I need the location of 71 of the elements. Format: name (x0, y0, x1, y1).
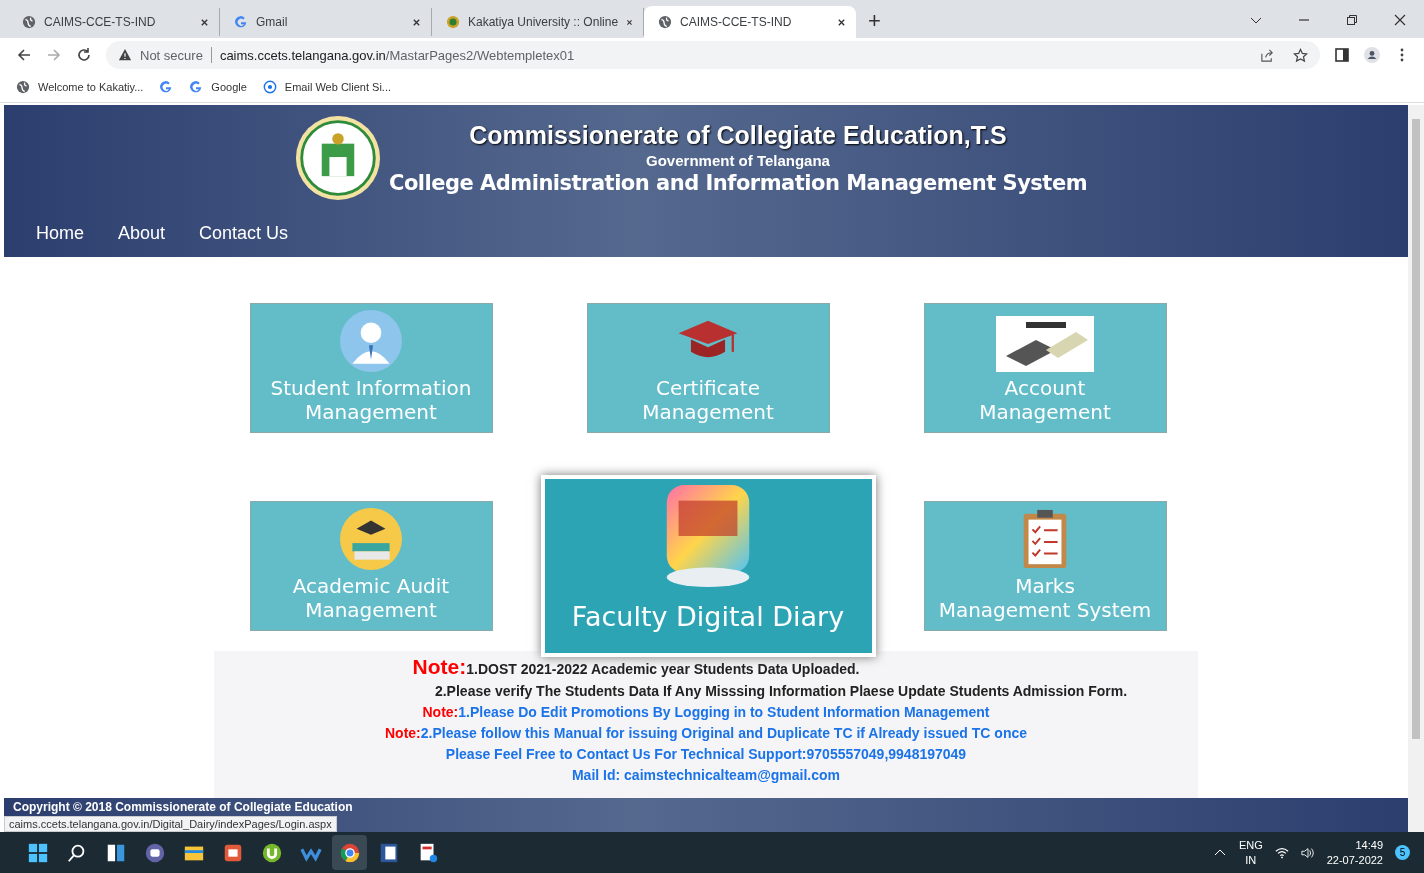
tile-label: Account Management (979, 376, 1111, 424)
browser-tab[interactable]: Gmail (220, 8, 432, 36)
status-url-tooltip: caims.ccets.telangana.gov.in/Digital_Dairy/indexPages/Login.aspx (4, 816, 337, 832)
side-panel-icon[interactable] (1334, 47, 1350, 63)
close-icon[interactable] (837, 17, 846, 27)
tile-label: Academic Audit Management (292, 574, 450, 622)
tab-title: CAIMS-CCE-TS-IND (44, 15, 157, 29)
reload-icon[interactable] (76, 47, 92, 63)
note-link[interactable]: 1.Please Do Edit Promotions By Logging in to Student Information Management (458, 704, 990, 720)
note-text: 2.Please verify The Students Data If Any Misssing Information Plaese Update Students Admission Form. (434, 683, 1128, 699)
share-icon[interactable] (1260, 47, 1275, 63)
copyright-text: Copyright © 2018 Commissionerate of Collegiate Education (13, 800, 353, 814)
nav-link[interactable]: Home (36, 223, 84, 244)
globe-icon (22, 15, 36, 29)
note-link[interactable]: Mail Id: caimstechnicalteam@gmail.com (571, 767, 841, 783)
nav-link[interactable]: About (118, 223, 166, 244)
windows-logo-icon (26, 841, 49, 864)
tab-title: CAIMS-CCE-TS-IND (680, 15, 793, 29)
tile-label: Marks Management System (938, 574, 1152, 622)
globe-icon (658, 15, 672, 29)
note-label: Note: (422, 704, 459, 720)
wifi-icon[interactable] (1274, 846, 1289, 859)
bookmark[interactable]: Welcome to Kakatiy... (16, 80, 144, 94)
browser-tab[interactable]: CAIMS-CCE-TS-IND (644, 6, 856, 38)
at-sign-icon (262, 80, 277, 94)
security-label: Not secure (140, 47, 203, 63)
language-indicator[interactable]: ENG IN (1238, 837, 1263, 868)
close-icon[interactable] (626, 17, 633, 27)
close-icon[interactable] (1394, 14, 1406, 26)
user-icon (340, 310, 402, 372)
note-label: Note: (384, 725, 421, 741)
close-icon[interactable] (412, 17, 421, 27)
close-icon[interactable] (200, 17, 209, 27)
back-arrow-icon[interactable] (16, 47, 32, 63)
bookmark[interactable]: Google (189, 80, 247, 94)
bookmark[interactable]: Email Web Client Si... (262, 80, 391, 94)
system-name: College Administration and Information Management System (388, 171, 1088, 195)
url-text: caims.ccets.telangana.gov.in/MastarPages2/Webtempletex01 (219, 47, 575, 63)
site-subtitle: Government of Telangana (646, 152, 830, 169)
torrent-icon (260, 841, 283, 864)
google-icon[interactable] (159, 80, 174, 94)
note-text: 1.DOST 2021-2022 Academic year Students Data Uploaded. (466, 661, 860, 677)
emblem-icon (446, 15, 460, 29)
site-title: Commissionerate of Collegiate Education,T.S (469, 121, 1007, 150)
browser-icon (338, 841, 361, 864)
government-seal-icon (294, 113, 381, 203)
note-link[interactable]: 2.Please follow this Manual for issuing Original and Duplicate TC if Already issued TC once (420, 725, 1027, 741)
tab-title: Gmail (256, 15, 289, 29)
note-label: Note: (412, 655, 467, 679)
speaker-icon[interactable] (1300, 846, 1315, 859)
new-tab-button[interactable]: + (868, 8, 881, 34)
warning-icon (118, 48, 132, 62)
tile-label: Student Information Management (270, 376, 472, 424)
books-icon (340, 508, 402, 570)
tile-label: Certificate Management (642, 376, 774, 424)
google-icon (234, 15, 248, 29)
notification-badge[interactable]: 5 (1395, 845, 1410, 860)
tab-title: Kakatiya University :: Online (468, 15, 619, 29)
browser-tab[interactable]: CAIMS-CCE-TS-IND (8, 8, 220, 36)
chat-icon (143, 841, 166, 864)
scrollbar[interactable] (1408, 105, 1424, 832)
address-bar[interactable]: Not secure caims.ccets.telangana.gov.in/MastarPages2/Webtempletex01 (106, 41, 1320, 69)
star-icon[interactable] (1293, 47, 1308, 63)
clock[interactable]: 14:49 22-07-2022 (1326, 837, 1383, 868)
profile-icon[interactable] (1364, 47, 1380, 63)
note-link[interactable]: Please Feel Free to Contact Us For Technical Support:9705557049,9948197049 (445, 746, 967, 762)
nav-link[interactable]: Contact Us (199, 223, 289, 244)
globe-icon (16, 80, 30, 94)
google-icon (189, 80, 204, 94)
restore-icon[interactable] (1346, 14, 1358, 26)
taskbar-button[interactable] (332, 835, 367, 870)
